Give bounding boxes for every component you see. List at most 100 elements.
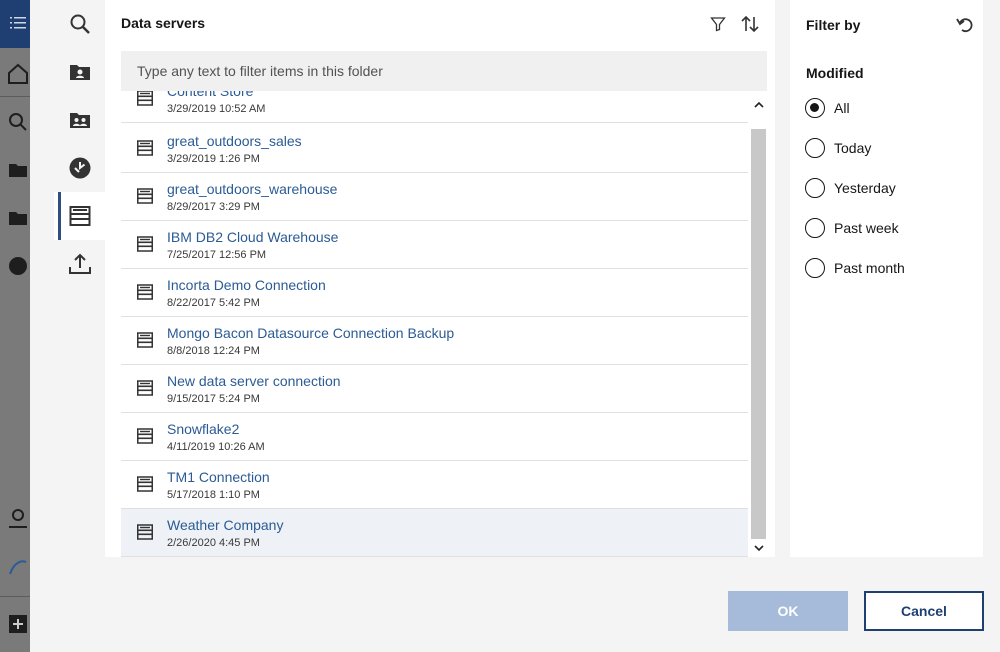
radio-past-week[interactable]: Past week	[805, 216, 899, 240]
home-icon	[8, 63, 28, 84]
team-content-icon	[69, 113, 90, 128]
scroll-thumb[interactable]	[751, 129, 766, 539]
background-app-rail	[0, 0, 30, 652]
scroll-up-button[interactable]	[750, 97, 767, 113]
radio-label: Past month	[834, 260, 905, 276]
folder-icon	[9, 164, 27, 177]
item-name: IBM DB2 Cloud Warehouse	[167, 229, 339, 245]
list-item[interactable]: Mongo Bacon Datasource Connection Backup…	[121, 317, 748, 365]
data-server-icon	[137, 284, 153, 300]
ok-button[interactable]: OK	[728, 591, 848, 631]
radio-past-month[interactable]: Past month	[805, 256, 905, 280]
list-item[interactable]: Snowflake2 4/11/2019 10:26 AM	[121, 413, 748, 461]
tab-my-content[interactable]	[54, 48, 105, 96]
data-server-icon	[137, 380, 153, 396]
radio-button[interactable]	[805, 178, 825, 198]
item-date: 4/11/2019 10:26 AM	[167, 441, 265, 453]
item-name: great_outdoors_warehouse	[167, 181, 338, 197]
team-folder-icon	[9, 212, 27, 225]
item-date: 3/29/2019 10:52 AM	[167, 103, 266, 115]
data-server-icon	[137, 91, 153, 106]
search-icon	[9, 113, 27, 131]
tab-data-servers[interactable]	[54, 192, 105, 240]
my-content-icon	[69, 65, 90, 80]
item-name: great_outdoors_sales	[167, 133, 302, 149]
filter-panel: Filter by Modified All Today Yesterday P…	[790, 0, 983, 557]
cancel-button[interactable]: Cancel	[864, 591, 984, 631]
filter-icon	[710, 17, 726, 32]
item-name: Snowflake2	[167, 421, 240, 437]
item-name: Mongo Bacon Datasource Connection Backup	[167, 325, 455, 341]
radio-button[interactable]	[805, 258, 825, 278]
radio-yesterday[interactable]: Yesterday	[805, 176, 896, 200]
item-name: Content Store	[167, 91, 254, 99]
data-server-icon	[137, 476, 153, 492]
radio-label: All	[834, 100, 850, 116]
data-server-icon	[137, 524, 153, 540]
add-icon	[9, 615, 27, 633]
list-item[interactable]: TM1 Connection 5/17/2018 1:10 PM	[121, 461, 748, 509]
data-servers-icon	[69, 206, 90, 226]
chevron-down-icon	[753, 545, 764, 552]
item-date: 3/29/2019 1:26 PM	[167, 153, 260, 165]
tab-recent[interactable]	[54, 144, 105, 192]
recent-icon	[9, 257, 27, 275]
brand-logo-icon	[9, 560, 27, 575]
item-name: New data server connection	[167, 373, 341, 389]
sort-button[interactable]	[740, 14, 760, 34]
background-menu-bar	[0, 0, 30, 48]
radio-label: Yesterday	[834, 180, 896, 196]
search-icon	[70, 14, 90, 34]
radio-button[interactable]	[805, 98, 825, 118]
data-server-icon	[137, 332, 153, 348]
upload-icon	[68, 253, 91, 274]
item-date: 2/26/2020 4:45 PM	[167, 537, 260, 549]
item-name: Incorta Demo Connection	[167, 277, 326, 293]
reset-filter-icon[interactable]	[955, 15, 975, 35]
item-date: 9/15/2017 5:24 PM	[167, 393, 260, 405]
list-item[interactable]: great_outdoors_sales 3/29/2019 1:26 PM	[121, 125, 748, 173]
list-item[interactable]: New data server connection 9/15/2017 5:2…	[121, 365, 748, 413]
scroll-down-button[interactable]	[750, 540, 767, 556]
radio-button[interactable]	[805, 138, 825, 158]
panel-title: Data servers	[121, 15, 206, 31]
item-name: Weather Company	[167, 517, 284, 533]
data-server-icon	[137, 140, 153, 156]
list-item[interactable]: Content Store 3/29/2019 10:52 AM	[121, 91, 748, 123]
filter-items-input[interactable]	[121, 51, 767, 91]
rail-divider	[0, 596, 30, 597]
menu-icon	[10, 17, 26, 29]
open-dialog: Data servers Content Store 3/29/2019 10:…	[30, 0, 1000, 652]
item-date: 5/17/2018 1:10 PM	[167, 489, 260, 501]
filter-section-label: Modified	[806, 65, 864, 81]
radio-all[interactable]: All	[805, 96, 850, 120]
list-item[interactable]: Incorta Demo Connection 8/22/2017 5:42 P…	[121, 269, 748, 317]
data-server-icon	[137, 428, 153, 444]
recent-icon	[69, 157, 90, 179]
user-icon	[9, 509, 27, 528]
filter-title: Filter by	[806, 17, 861, 33]
item-date: 8/8/2018 12:24 PM	[167, 345, 260, 357]
list-item[interactable]: great_outdoors_warehouse 8/29/2017 3:29 …	[121, 173, 748, 221]
radio-label: Past week	[834, 220, 899, 236]
tab-upload[interactable]	[54, 240, 105, 288]
list-scrollbar[interactable]	[750, 95, 767, 557]
item-date: 8/22/2017 5:42 PM	[167, 297, 260, 309]
item-date: 8/29/2017 3:29 PM	[167, 201, 260, 213]
list-item[interactable]: Weather Company 2/26/2020 4:45 PM	[121, 509, 748, 557]
data-server-icon	[137, 236, 153, 252]
list-item[interactable]: IBM DB2 Cloud Warehouse 7/25/2017 12:56 …	[121, 221, 748, 269]
data-server-icon	[137, 188, 153, 204]
tab-team-content[interactable]	[54, 96, 105, 144]
rail-divider	[0, 96, 30, 97]
radio-button[interactable]	[805, 218, 825, 238]
data-server-list: Content Store 3/29/2019 10:52 AM great_o…	[121, 91, 748, 557]
chevron-up-icon	[753, 101, 764, 108]
sort-icon	[741, 15, 759, 33]
radio-label: Today	[834, 140, 872, 156]
item-name: TM1 Connection	[167, 469, 270, 485]
radio-today[interactable]: Today	[805, 136, 871, 160]
data-servers-panel: Data servers Content Store 3/29/2019 10:…	[105, 0, 775, 557]
filter-button[interactable]	[708, 14, 728, 34]
tab-search[interactable]	[54, 0, 105, 48]
